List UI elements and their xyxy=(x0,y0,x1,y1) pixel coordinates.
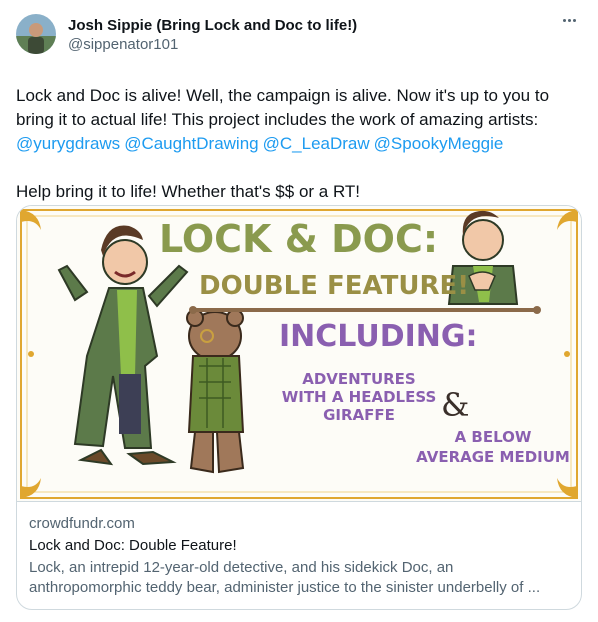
doc-bear-illustration xyxy=(186,309,245,474)
story2-line2: AVERAGE MEDIUM xyxy=(416,448,570,466)
mentions-line: @yurygdraws @CaughtDrawing @C_LeaDraw @Spoo… xyxy=(16,132,582,156)
tweet-header: Josh Sippie (Bring Lock and Doc to life!… xyxy=(16,14,582,62)
mention-link[interactable]: @SpookyMeggie xyxy=(374,134,504,153)
tweet-paragraph-1: Lock and Doc is alive! Well, the campaig… xyxy=(16,86,550,129)
lock-character-illustration xyxy=(57,225,189,466)
author-handle[interactable]: @sippenator101 xyxy=(68,35,357,54)
story2-line1: A BELOW xyxy=(455,428,532,446)
card-title: Lock and Doc: Double Feature! xyxy=(29,537,237,554)
tweet-text: Lock and Doc is alive! Well, the campaig… xyxy=(16,84,582,204)
card-domain: crowdfundr.com xyxy=(29,515,135,532)
card-meta: crowdfundr.com Lock and Doc: Double Feat… xyxy=(17,502,581,598)
mention-link[interactable]: @C_LeaDraw xyxy=(263,134,370,153)
avatar[interactable] xyxy=(16,14,56,54)
link-preview-card[interactable]: LOCK & DOC: DOUBLE FEATURE! INCLUDING: A… xyxy=(16,205,582,610)
card-description-line: anthropomorphic teddy bear, administer j… xyxy=(29,579,541,596)
image-subtitle: DOUBLE FEATURE! xyxy=(199,271,469,301)
story1-line3: GIRAFFE xyxy=(323,406,395,424)
image-ampersand: & xyxy=(441,386,469,424)
image-including: INCLUDING: xyxy=(279,319,478,354)
tweet-paragraph-2: Help bring it to life! Whether that's $$… xyxy=(16,182,361,201)
card-image[interactable]: LOCK & DOC: DOUBLE FEATURE! INCLUDING: A… xyxy=(17,206,581,502)
mention-link[interactable]: @CaughtDrawing xyxy=(124,134,258,153)
card-description-line: Lock, an intrepid 12-year-old detective,… xyxy=(29,559,454,576)
story1-line1: ADVENTURES xyxy=(302,370,415,388)
image-title: LOCK & DOC: xyxy=(159,217,438,261)
mention-link[interactable]: @yurygdraws xyxy=(16,134,120,153)
more-horizontal-icon[interactable] xyxy=(558,12,580,28)
author-block: Josh Sippie (Bring Lock and Doc to life!… xyxy=(68,16,357,54)
story1-line2: WITH A HEADLESS xyxy=(282,388,437,406)
card-description: Lock, an intrepid 12-year-old detective,… xyxy=(29,558,569,598)
tweet: Josh Sippie (Bring Lock and Doc to life!… xyxy=(0,0,598,622)
author-name[interactable]: Josh Sippie (Bring Lock and Doc to life!… xyxy=(68,16,357,35)
